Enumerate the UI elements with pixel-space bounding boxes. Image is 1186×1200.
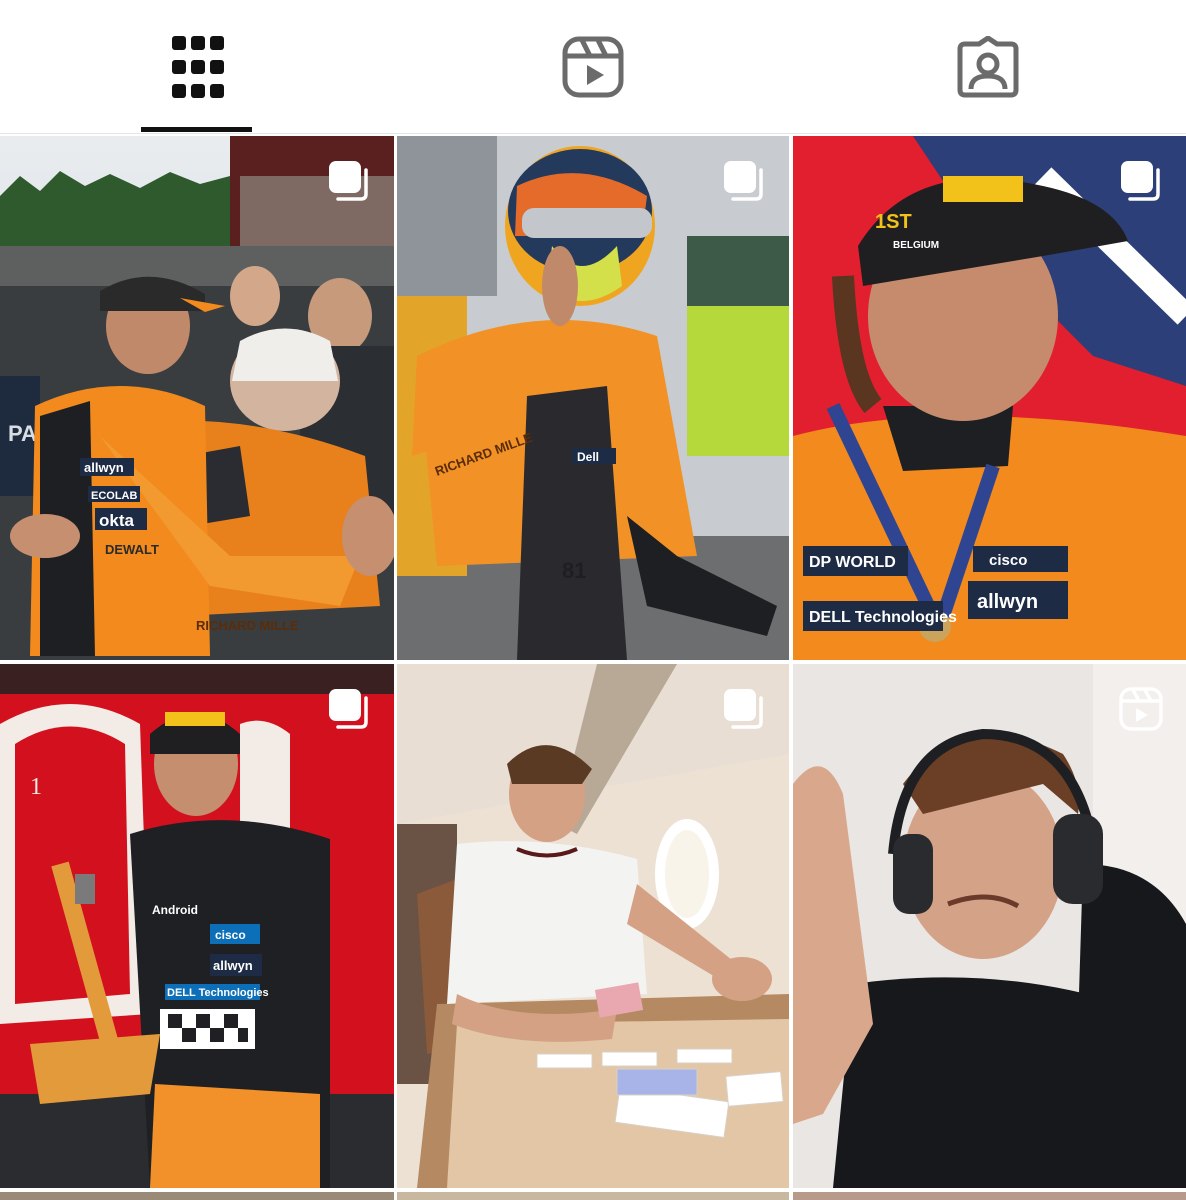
tab-tagged[interactable] xyxy=(790,0,1185,133)
sponsor-text: DEWALT xyxy=(105,542,159,557)
car-number: 81 xyxy=(562,558,586,583)
sponsor-text: Dell xyxy=(577,450,599,464)
sponsor-text: DP WORLD xyxy=(809,554,896,571)
profile-tab-bar xyxy=(0,0,1186,134)
carousel-badge xyxy=(326,158,372,204)
carousel-icon xyxy=(724,161,763,201)
post-tile[interactable] xyxy=(0,1192,394,1200)
post-tile[interactable]: RICHARD MILLE Dell 81 xyxy=(397,136,789,660)
post-photo: 1 Android cisco allwyn DELL Technologies xyxy=(0,664,394,1188)
carousel-icon xyxy=(329,161,368,201)
grid-icon xyxy=(171,35,224,98)
active-tab-indicator xyxy=(141,127,252,132)
post-photo xyxy=(793,664,1186,1188)
carousel-icon xyxy=(1121,161,1160,201)
sponsor-text: RICHARD MILLE xyxy=(196,618,299,633)
carousel-icon xyxy=(329,689,368,729)
sponsor-text: Android xyxy=(152,903,198,917)
reels-icon xyxy=(562,36,623,97)
sponsor-text: cisco xyxy=(989,552,1027,569)
post-photo xyxy=(397,664,789,1188)
post-tile[interactable]: 1ST BELGIUM DP WORLD allwyn DELL Technol… xyxy=(793,136,1186,660)
arch-number: 1 xyxy=(30,774,42,800)
carousel-badge xyxy=(326,686,372,732)
carousel-badge xyxy=(721,686,767,732)
tab-reels[interactable] xyxy=(395,0,790,133)
reels-icon xyxy=(1119,687,1163,731)
post-photo: RICHARD MILLE Dell 81 xyxy=(397,136,789,660)
sponsor-text: cisco xyxy=(215,928,246,942)
sponsor-text: okta xyxy=(99,511,135,530)
reel-badge xyxy=(1118,686,1164,732)
tab-posts[interactable] xyxy=(0,0,395,133)
post-photo: PA allwyn ECOLAB okta DEWALT RICHARD MIL… xyxy=(0,136,394,660)
post-tile[interactable] xyxy=(397,664,789,1188)
post-tile[interactable] xyxy=(793,1192,1186,1200)
tagged-user-icon xyxy=(957,35,1018,97)
sponsor-text: ECOLAB xyxy=(91,490,138,502)
carousel-badge xyxy=(721,158,767,204)
cap-text: 1ST xyxy=(875,211,912,233)
sponsor-text: allwyn xyxy=(84,460,124,475)
post-tile[interactable]: PA allwyn ECOLAB okta DEWALT RICHARD MIL… xyxy=(0,136,394,660)
banner-text: PA xyxy=(8,421,37,446)
carousel-icon xyxy=(724,689,763,729)
sponsor-text: allwyn xyxy=(977,591,1038,613)
post-tile[interactable] xyxy=(793,664,1186,1188)
sponsor-text: DELL Technologies xyxy=(167,987,269,999)
post-photo: 1ST BELGIUM DP WORLD allwyn DELL Technol… xyxy=(793,136,1186,660)
sponsor-text: allwyn xyxy=(213,958,253,973)
posts-grid: PA allwyn ECOLAB okta DEWALT RICHARD MIL… xyxy=(0,136,1186,1200)
cap-text: BELGIUM xyxy=(893,240,939,251)
carousel-badge xyxy=(1118,158,1164,204)
sponsor-text: DELL Technologies xyxy=(809,609,957,626)
post-tile[interactable] xyxy=(397,1192,789,1200)
post-tile[interactable]: 1 Android cisco allwyn DELL Technologies xyxy=(0,664,394,1188)
